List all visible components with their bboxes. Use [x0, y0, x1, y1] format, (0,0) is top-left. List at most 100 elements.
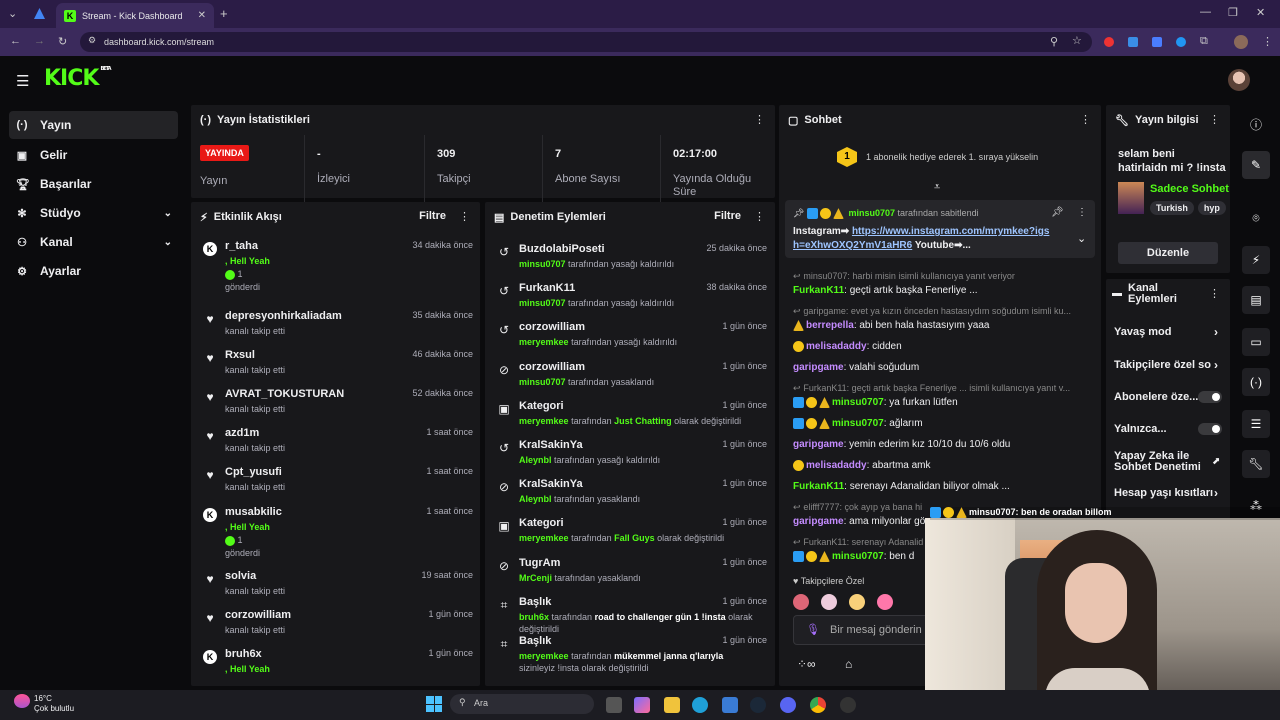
more-options-icon[interactable]: ⋮	[1077, 207, 1087, 218]
store-icon[interactable]	[722, 697, 738, 713]
broadcast-icon[interactable]: (·)	[1242, 368, 1270, 396]
reload-icon[interactable]: ↻	[58, 35, 67, 48]
microphone-icon[interactable]: 🎙︎	[806, 623, 820, 636]
category-link[interactable]: Sadece Sohbet	[1150, 183, 1229, 195]
extension-icon[interactable]	[1104, 37, 1114, 47]
back-icon[interactable]: ←	[10, 35, 21, 47]
discord-icon[interactable]	[780, 697, 796, 713]
followers-only-action[interactable]: Takipçilere özel so ›	[1114, 358, 1218, 372]
trophy-icon: 🏆︎	[16, 178, 30, 191]
maximize-icon[interactable]: ❐	[1228, 6, 1238, 19]
tab-search-icon[interactable]: ⌄	[8, 7, 17, 20]
copilot-icon[interactable]	[634, 697, 650, 713]
extension-icon[interactable]	[1128, 37, 1138, 47]
windows-start-icon[interactable]	[426, 696, 442, 712]
obs-icon[interactable]	[840, 697, 856, 713]
more-options-icon[interactable]: ⋮	[1080, 113, 1091, 126]
site-info-icon[interactable]: ⚙	[88, 35, 96, 46]
expand-icon[interactable]: ⩡	[934, 181, 940, 194]
chat-username[interactable]: FurkanK11	[793, 285, 844, 296]
emote-icon[interactable]	[877, 594, 893, 610]
account-age-action[interactable]: Hesap yaşı kısıtları ›	[1114, 486, 1218, 500]
filter-button[interactable]: Filtre	[419, 210, 446, 222]
list-icon[interactable]: ☰	[1242, 410, 1270, 438]
reply-icon: ↩	[793, 306, 801, 316]
extension-icon[interactable]	[1152, 37, 1162, 47]
kick-logo[interactable]: KICK BETA	[44, 66, 112, 91]
wrench-icon[interactable]: 🔧︎	[1242, 450, 1270, 478]
ai-moderation-action[interactable]: Yapay Zeka ile Sohbet Denetimi	[1114, 451, 1204, 473]
avatar[interactable]	[1228, 69, 1250, 91]
wrench-icon: 🔧︎	[1115, 114, 1129, 127]
chat-username[interactable]: melisadaddy	[806, 460, 867, 471]
more-options-icon[interactable]: ⋮	[1209, 113, 1220, 126]
filter-button[interactable]: Filtre	[714, 210, 741, 222]
panel-title: Yayın İstatistikleri	[217, 114, 310, 126]
more-options-icon[interactable]: ⋮	[754, 113, 765, 126]
subscribers-only-toggle[interactable]	[1198, 391, 1222, 403]
taskbar-search[interactable]: ⚲ Ara	[450, 694, 594, 714]
slow-mode-action[interactable]: Yavaş mod ›	[1114, 325, 1218, 339]
minimize-icon[interactable]: —	[1200, 6, 1211, 18]
close-window-icon[interactable]: ✕	[1256, 6, 1265, 19]
close-tab-icon[interactable]: ✕	[198, 10, 206, 21]
document-icon[interactable]: ▤	[1242, 286, 1270, 314]
edit-button[interactable]: Düzenle	[1118, 242, 1218, 264]
chat-username[interactable]: garipgame	[793, 516, 844, 527]
chat-username[interactable]: garipgame	[793, 439, 844, 450]
emote-icon[interactable]	[849, 594, 865, 610]
external-link-icon[interactable]: ⬈	[1212, 456, 1220, 467]
sidebar-item-ayarlar[interactable]: ⚙ Ayarlar	[9, 257, 178, 285]
kicks-icon	[225, 269, 235, 280]
emote-icon[interactable]	[793, 594, 809, 610]
unpin-icon[interactable]: 📌︎	[1051, 207, 1064, 218]
edit-pencil-icon[interactable]: ✎	[1242, 151, 1270, 179]
new-tab-icon[interactable]: +	[220, 6, 228, 21]
weather-widget[interactable]: 16°C Çok bulutlu	[34, 694, 74, 714]
task-view-icon[interactable]	[606, 697, 622, 713]
hamburger-menu-icon[interactable]: ☰	[16, 72, 29, 90]
camera-icon[interactable]: ⌾	[1242, 204, 1270, 232]
pinned-message[interactable]: 📌︎ minsu0707 tarafından sabitlendi 📌︎ ⋮ …	[785, 200, 1095, 258]
emote-icon[interactable]	[821, 594, 837, 610]
chat-message: garipgame: valahi soğudum	[793, 362, 920, 373]
chevron-down-icon[interactable]: ⌄	[1077, 232, 1086, 245]
forward-icon[interactable]: →	[34, 35, 45, 47]
more-options-icon[interactable]: ⋮	[459, 210, 470, 223]
chat-username[interactable]: FurkanK11	[793, 481, 844, 492]
extension-icon[interactable]	[1176, 37, 1186, 47]
zoom-icon[interactable]: ⚲	[1050, 35, 1058, 48]
profile-icon[interactable]	[1234, 35, 1248, 49]
sidebar-item-basarilar[interactable]: 🏆︎ Başarılar	[9, 170, 178, 198]
edge-icon[interactable]	[692, 697, 708, 713]
bookmark-star-icon[interactable]: ☆	[1072, 34, 1082, 47]
points-icon[interactable]: ⁘∞	[797, 657, 816, 671]
sidebar-item-kanal[interactable]: ⚇ Kanal ⌄	[9, 228, 178, 256]
extensions-puzzle-icon[interactable]: ⧉	[1200, 35, 1208, 48]
tag[interactable]: hyp	[1197, 201, 1226, 215]
stat-subscribers: 7 Abone Sayısı	[542, 135, 660, 203]
chat-username[interactable]: minsu0707	[832, 418, 884, 429]
steam-icon[interactable]	[750, 697, 766, 713]
sidebar-item-yayin[interactable]: (·) Yayın	[9, 111, 178, 139]
lightning-icon[interactable]: ⚡︎	[1242, 246, 1270, 274]
tag[interactable]: Turkish	[1150, 201, 1194, 215]
browser-tab[interactable]: K Stream - Kick Dashboard ✕	[56, 3, 214, 28]
more-options-icon[interactable]: ⋮	[1209, 287, 1220, 300]
chat-username[interactable]: minsu0707	[832, 551, 884, 562]
sidebar-item-gelir[interactable]: ▣ Gelir	[9, 141, 178, 169]
chat-username[interactable]: melisadaddy	[806, 341, 867, 352]
file-explorer-icon[interactable]	[664, 697, 680, 713]
address-bar[interactable]: dashboard.kick.com/stream	[80, 32, 1092, 52]
chat-bubble-icon[interactable]: ▭	[1242, 328, 1270, 356]
more-options-icon[interactable]: ⋮	[754, 210, 765, 223]
chat-username[interactable]: garipgame	[793, 362, 844, 373]
menu-dots-icon[interactable]: ⋮	[1262, 35, 1273, 48]
chat-username[interactable]: minsu0707	[832, 397, 884, 408]
chat-username[interactable]: berrepella	[806, 320, 854, 331]
info-icon[interactable]: ⓘ	[1242, 110, 1270, 138]
emote-only-toggle[interactable]	[1198, 423, 1222, 435]
chrome-icon[interactable]	[810, 697, 826, 713]
sidebar-item-studyo[interactable]: ✻ Stüdyo ⌄	[9, 199, 178, 227]
store-icon[interactable]: ⌂	[845, 657, 852, 671]
